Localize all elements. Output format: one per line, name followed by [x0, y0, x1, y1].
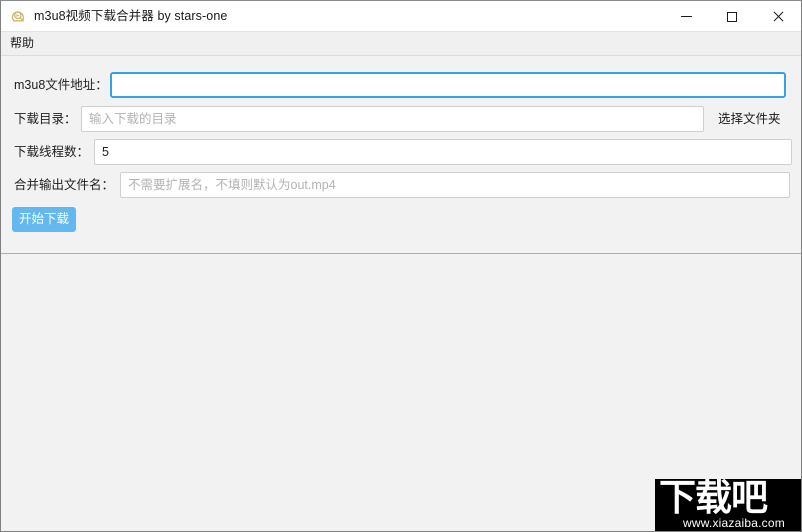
- window-title: m3u8视频下载合并器 by stars-one: [34, 8, 228, 23]
- watermark-title: 下载吧: [659, 479, 768, 519]
- m3u8-url-label: m3u8文件地址：: [14, 78, 108, 92]
- select-folder-button[interactable]: 选择文件夹: [718, 111, 781, 127]
- watermark-url: www.xiazaiba.com: [683, 516, 785, 530]
- start-download-button[interactable]: 开始下载: [12, 207, 76, 232]
- m3u8-url-input[interactable]: [110, 72, 786, 98]
- watermark-logo: 下载吧 www.xiazaiba.com: [655, 479, 801, 531]
- thread-count-row: 下载线程数：: [14, 139, 792, 165]
- maximize-button[interactable]: [709, 1, 755, 32]
- download-dir-row: 下载目录： 选择文件夹: [14, 106, 781, 132]
- minimize-icon: [680, 16, 692, 17]
- download-dir-label: 下载目录：: [14, 112, 77, 126]
- download-dir-input[interactable]: [81, 106, 704, 132]
- app-icon: [9, 7, 27, 25]
- app-window: m3u8视频下载合并器 by stars-one 帮助 m3u8文件地址： 下载…: [0, 0, 802, 532]
- close-button[interactable]: [755, 1, 801, 32]
- menu-bar: 帮助: [1, 32, 801, 56]
- output-filename-input[interactable]: [120, 172, 790, 198]
- thread-count-input[interactable]: [94, 139, 792, 165]
- menu-item-help[interactable]: 帮助: [1, 32, 43, 55]
- title-bar: m3u8视频下载合并器 by stars-one: [1, 1, 801, 32]
- m3u8-url-row: m3u8文件地址：: [14, 72, 786, 98]
- form-panel: m3u8文件地址： 下载目录： 选择文件夹 下载线程数： 合并输出文件名： 开始…: [1, 57, 801, 254]
- output-filename-row: 合并输出文件名：: [14, 172, 790, 198]
- minimize-button[interactable]: [663, 1, 709, 32]
- close-icon: [772, 11, 784, 23]
- maximize-icon: [727, 11, 737, 22]
- window-controls: [663, 1, 801, 32]
- thread-count-label: 下载线程数：: [14, 145, 90, 159]
- output-filename-label: 合并输出文件名：: [14, 178, 115, 192]
